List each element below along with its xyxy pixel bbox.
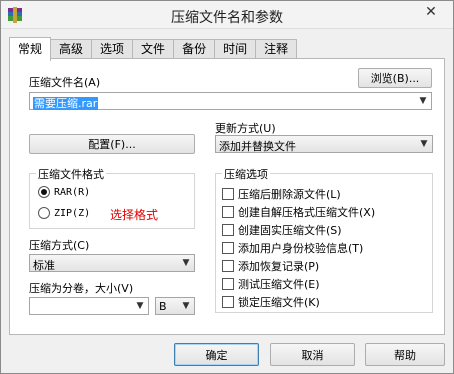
option-solid-archive-label: 创建固实压缩文件(S)	[238, 224, 342, 237]
tab-advanced[interactable]: 高级	[50, 39, 93, 59]
split-unit-value: B	[159, 300, 167, 313]
checkbox-icon	[222, 242, 234, 254]
archive-name-value: 需要压缩.rar	[33, 97, 99, 110]
format-zip-label: ZIP(Z)	[54, 207, 91, 219]
option-solid-archive[interactable]: 创建固实压缩文件(S)	[222, 222, 342, 238]
split-size-combo[interactable]: ▼	[29, 297, 149, 315]
browse-button[interactable]: 浏览(B)...	[358, 68, 432, 88]
general-tab-panel: 压缩文件名(A) 浏览(B)... 需要压缩.rar ▼ 配置(F)... 更新…	[9, 58, 445, 335]
tab-comment[interactable]: 注释	[255, 39, 298, 59]
archive-format-title: 压缩文件格式	[36, 166, 106, 182]
chevron-down-icon: ▼	[136, 301, 144, 311]
format-hint-annotation: 选择格式	[110, 208, 159, 222]
radio-unchecked-icon	[38, 207, 50, 219]
cancel-button[interactable]: 取消	[270, 343, 355, 366]
ok-button[interactable]: 确定	[174, 343, 259, 366]
help-button[interactable]: 帮助	[365, 343, 445, 366]
option-authenticity[interactable]: 添加用户身份校验信息(T)	[222, 240, 363, 256]
compression-method-value: 标准	[33, 259, 55, 272]
option-delete-after[interactable]: 压缩后删除源文件(L)	[222, 186, 341, 202]
option-recovery-record[interactable]: 添加恢复记录(P)	[222, 258, 319, 274]
checkbox-icon	[222, 224, 234, 236]
tab-files[interactable]: 文件	[132, 39, 175, 59]
option-lock-archive-label: 锁定压缩文件(K)	[238, 296, 320, 309]
tab-backup[interactable]: 备份	[173, 39, 216, 59]
update-mode-label: 更新方式(U)	[215, 122, 276, 135]
update-mode-select[interactable]: 添加并替换文件 ▼	[215, 135, 433, 153]
format-rar-radio[interactable]: RAR(R)	[38, 186, 90, 198]
option-recovery-record-label: 添加恢复记录(P)	[238, 260, 320, 273]
checkbox-icon	[222, 278, 234, 290]
option-test-archive-label: 测试压缩文件(E)	[238, 278, 320, 291]
split-volume-label: 压缩为分卷，大小(V)	[29, 282, 134, 295]
archive-name-combo[interactable]: 需要压缩.rar ▼	[29, 92, 432, 110]
tab-options[interactable]: 选项	[91, 39, 134, 59]
archive-options-group: 压缩选项 压缩后删除源文件(L) 创建自解压格式压缩文件(X) 创建固实压缩文件…	[215, 166, 433, 313]
option-lock-archive[interactable]: 锁定压缩文件(K)	[222, 294, 320, 310]
split-unit-select[interactable]: B ▼	[155, 297, 195, 315]
radio-checked-icon	[38, 186, 50, 198]
tab-time[interactable]: 时间	[214, 39, 257, 59]
checkbox-icon	[222, 296, 234, 308]
window-title: 压缩文件名和参数	[171, 10, 283, 26]
chevron-down-icon: ▼	[182, 301, 190, 311]
option-test-archive[interactable]: 测试压缩文件(E)	[222, 276, 320, 292]
dialog-window: 压缩文件名和参数 ✕ 常规 高级 选项 文件 备份 时间 注释 压缩文件名(A)…	[0, 0, 454, 374]
close-button[interactable]: ✕	[409, 1, 453, 23]
chevron-down-icon: ▼	[420, 139, 428, 149]
title-bar: 压缩文件名和参数 ✕	[1, 1, 453, 29]
option-create-sfx[interactable]: 创建自解压格式压缩文件(X)	[222, 204, 375, 220]
checkbox-icon	[222, 260, 234, 272]
option-authenticity-label: 添加用户身份校验信息(T)	[238, 242, 364, 255]
option-delete-after-label: 压缩后删除源文件(L)	[238, 188, 341, 201]
update-mode-value: 添加并替换文件	[219, 140, 296, 153]
chevron-down-icon: ▼	[419, 96, 427, 106]
profiles-button[interactable]: 配置(F)...	[29, 134, 195, 154]
archive-format-group: 压缩文件格式 RAR(R) ZIP(Z) 选择格式	[29, 166, 195, 229]
archive-options-title: 压缩选项	[222, 166, 270, 182]
compression-method-select[interactable]: 标准 ▼	[29, 254, 195, 272]
format-zip-radio[interactable]: ZIP(Z)	[38, 207, 90, 219]
archive-name-label: 压缩文件名(A)	[29, 76, 101, 89]
compression-method-label: 压缩方式(C)	[29, 239, 90, 252]
tab-strip: 常规 高级 选项 文件 备份 时间 注释	[9, 37, 298, 61]
chevron-down-icon: ▼	[182, 258, 190, 268]
option-create-sfx-label: 创建自解压格式压缩文件(X)	[238, 206, 376, 219]
format-rar-label: RAR(R)	[54, 186, 91, 198]
close-icon: ✕	[425, 4, 437, 20]
tab-general[interactable]: 常规	[9, 37, 52, 61]
checkbox-icon	[222, 188, 234, 200]
checkbox-icon	[222, 206, 234, 218]
